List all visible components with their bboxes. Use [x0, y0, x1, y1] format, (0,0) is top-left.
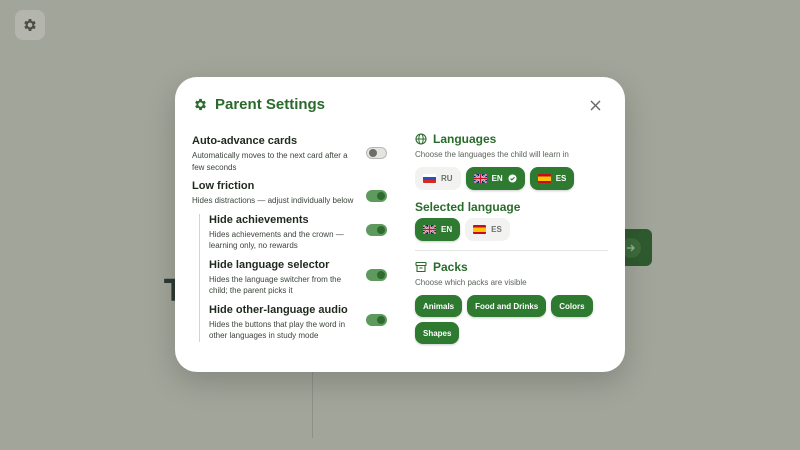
archive-icon [415, 261, 427, 273]
right-panel: Languages Choose the languages the child… [415, 132, 608, 344]
check-circle-icon [508, 174, 517, 183]
language-chip-ru[interactable]: RU [415, 167, 461, 190]
setting-hide-language-selector: Hide language selector Hides the languag… [209, 259, 387, 297]
languages-subtitle: Choose the languages the child will lear… [415, 150, 569, 159]
pack-chip-food-and-drinks[interactable]: Food and Drinks [467, 295, 547, 317]
gear-icon [195, 98, 206, 111]
spain-flag-icon [537, 174, 551, 183]
setting-hide-achievements: Hide achievements Hides achievements and… [209, 214, 387, 252]
pack-options: Animals Food and Drinks Colors Shapes [415, 295, 608, 344]
setting-title: Hide other-language audio [209, 303, 348, 316]
modal-header: Parent Settings [193, 96, 325, 113]
language-code: EN [441, 225, 453, 234]
language-code: ES [491, 225, 502, 234]
settings-button[interactable] [15, 10, 45, 40]
languages-title: Languages [433, 132, 497, 146]
auto-advance-toggle[interactable] [366, 147, 387, 159]
parent-settings-modal: Parent Settings Auto-advance cards Autom… [175, 77, 625, 372]
setting-auto-advance: Auto-advance cards Automatically moves t… [192, 135, 387, 173]
language-code: ES [555, 174, 567, 183]
uk-flag-icon [473, 174, 487, 183]
low-friction-sub-settings: Hide achievements Hides achievements and… [199, 213, 387, 342]
setting-hide-other-language-audio: Hide other-language audio Hides the butt… [209, 304, 387, 342]
languages-header: Languages [415, 132, 608, 146]
pack-chip-shapes[interactable]: Shapes [415, 322, 460, 344]
packs-header: Packs [415, 260, 608, 274]
modal-title: Parent Settings [215, 96, 326, 113]
selected-language-options: EN ES [415, 218, 608, 241]
hide-language-selector-toggle[interactable] [366, 268, 387, 281]
selected-language-title: Selected language [415, 200, 521, 214]
globe-icon [415, 133, 427, 145]
background-divider [312, 372, 313, 438]
setting-title: Low friction [192, 180, 255, 192]
language-chip-es[interactable]: ES [529, 167, 575, 190]
setting-description: Hides the buttons that play the word in … [209, 319, 346, 341]
selected-language-chip-en[interactable]: EN [415, 218, 461, 241]
setting-title: Hide achievements [209, 213, 309, 226]
setting-description: Automatically moves to the next card aft… [192, 151, 348, 172]
pack-chip-colors[interactable]: Colors [551, 295, 593, 317]
language-chip-en[interactable]: EN [465, 167, 525, 190]
setting-description: Hides distractions — adjust individually… [192, 196, 354, 205]
hide-achievements-toggle[interactable] [366, 223, 387, 236]
setting-title: Auto-advance cards [192, 135, 298, 147]
pack-chip-animals[interactable]: Animals [415, 295, 463, 317]
gear-icon [24, 19, 36, 31]
selected-language-chip-es[interactable]: ES [465, 218, 510, 241]
packs-subtitle: Choose which packs are visible [415, 278, 527, 287]
settings-list: Auto-advance cards Automatically moves t… [192, 135, 387, 342]
packs-title: Packs [433, 260, 468, 274]
language-options: RU EN ES [415, 167, 608, 190]
russia-flag-icon [423, 174, 436, 183]
section-divider [415, 250, 608, 251]
setting-description: Hides the language switcher from the chi… [209, 274, 342, 296]
spain-flag-icon [473, 225, 487, 234]
setting-low-friction: Low friction Hides distractions — adjust… [192, 180, 387, 207]
close-icon [590, 100, 600, 110]
language-code: RU [441, 174, 453, 183]
close-button[interactable] [587, 97, 603, 113]
language-code: EN [491, 174, 503, 183]
low-friction-toggle[interactable] [366, 190, 387, 202]
setting-description: Hides achievements and the crown — learn… [209, 229, 344, 251]
uk-flag-icon [423, 225, 436, 234]
hide-other-language-audio-toggle[interactable] [366, 313, 387, 326]
setting-title: Hide language selector [209, 258, 330, 271]
